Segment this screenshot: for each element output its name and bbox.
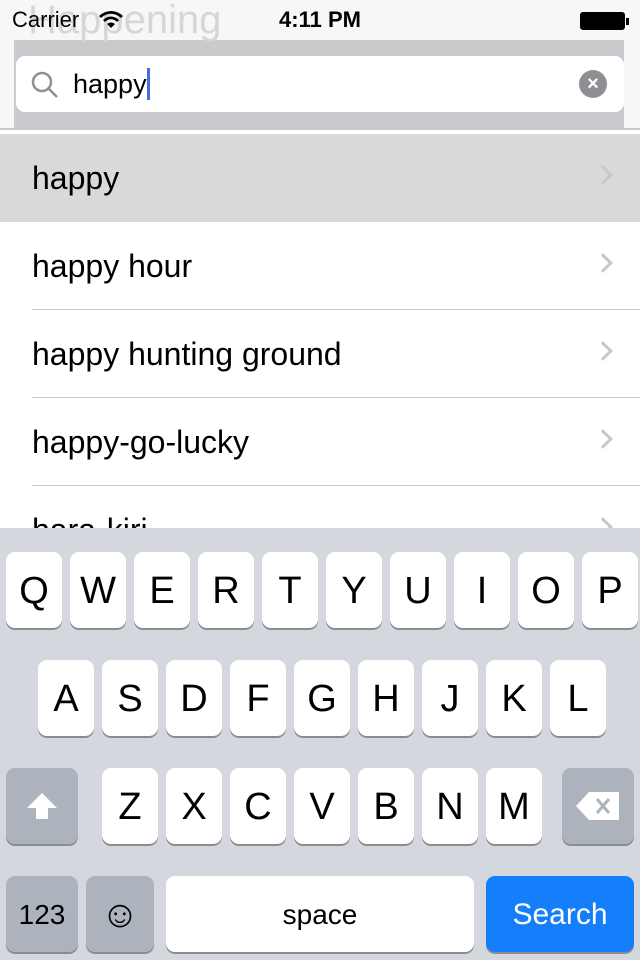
numbers-key[interactable]: 123 — [6, 876, 78, 952]
shift-icon — [27, 793, 57, 819]
shift-key[interactable] — [6, 768, 78, 844]
key-h[interactable]: H — [358, 660, 414, 736]
clear-icon[interactable]: × — [579, 70, 607, 98]
list-item[interactable]: happy — [0, 134, 640, 222]
item-label: happy — [32, 160, 120, 196]
space-key[interactable]: space — [166, 876, 474, 952]
key-b[interactable]: B — [358, 768, 414, 844]
keyboard: 123 ☺ space Search QWERTYUIOP ASDFGHJKL ZX… — [0, 528, 640, 960]
search-key[interactable]: Search — [486, 876, 634, 952]
list-item[interactable]: happy-go-lucky — [32, 398, 640, 486]
key-i[interactable]: I — [454, 552, 510, 628]
search-icon — [31, 71, 58, 98]
battery-icon — [580, 12, 629, 30]
chevron-right-icon — [593, 341, 613, 361]
key-k[interactable]: K — [486, 660, 542, 736]
key-c[interactable]: C — [230, 768, 286, 844]
key-d[interactable]: D — [166, 660, 222, 736]
key-p[interactable]: P — [582, 552, 638, 628]
key-z[interactable]: Z — [102, 768, 158, 844]
key-m[interactable]: M — [486, 768, 542, 844]
chevron-right-icon — [593, 253, 613, 273]
delete-key[interactable] — [562, 768, 634, 844]
list-item[interactable]: happy hour — [32, 222, 640, 310]
search-text[interactable]: happy — [73, 68, 150, 100]
chevron-right-icon — [593, 165, 613, 185]
key-f[interactable]: F — [230, 660, 286, 736]
key-r[interactable]: R — [198, 552, 254, 628]
chevron-right-icon — [593, 429, 613, 449]
text-caret — [146, 68, 150, 100]
key-q[interactable]: Q — [6, 552, 62, 628]
key-a[interactable]: A — [38, 660, 94, 736]
item-label: happy hour — [32, 248, 193, 284]
key-n[interactable]: N — [422, 768, 478, 844]
key-u[interactable]: U — [390, 552, 446, 628]
divider — [0, 128, 640, 130]
key-o[interactable]: O — [518, 552, 574, 628]
emoji-key[interactable]: ☺ — [86, 876, 154, 952]
key-g[interactable]: G — [294, 660, 350, 736]
key-w[interactable]: W — [70, 552, 126, 628]
list-item[interactable]: happy hunting ground — [32, 310, 640, 398]
key-v[interactable]: V — [294, 768, 350, 844]
key-x[interactable]: X — [166, 768, 222, 844]
key-e[interactable]: E — [134, 552, 190, 628]
key-l[interactable]: L — [550, 660, 606, 736]
key-t[interactable]: T — [262, 552, 318, 628]
key-y[interactable]: Y — [326, 552, 382, 628]
results-list: happy happy hour happy hunting ground ha… — [0, 134, 640, 574]
search-value: happy — [73, 69, 147, 99]
status-bar: Carrier 4:11 PM — [0, 0, 640, 40]
key-j[interactable]: J — [422, 660, 478, 736]
item-label: happy-go-lucky — [32, 424, 249, 460]
item-label: happy hunting ground — [32, 336, 342, 372]
clock: 4:11 PM — [279, 7, 361, 32]
backspace-icon — [576, 792, 619, 820]
key-s[interactable]: S — [102, 660, 158, 736]
